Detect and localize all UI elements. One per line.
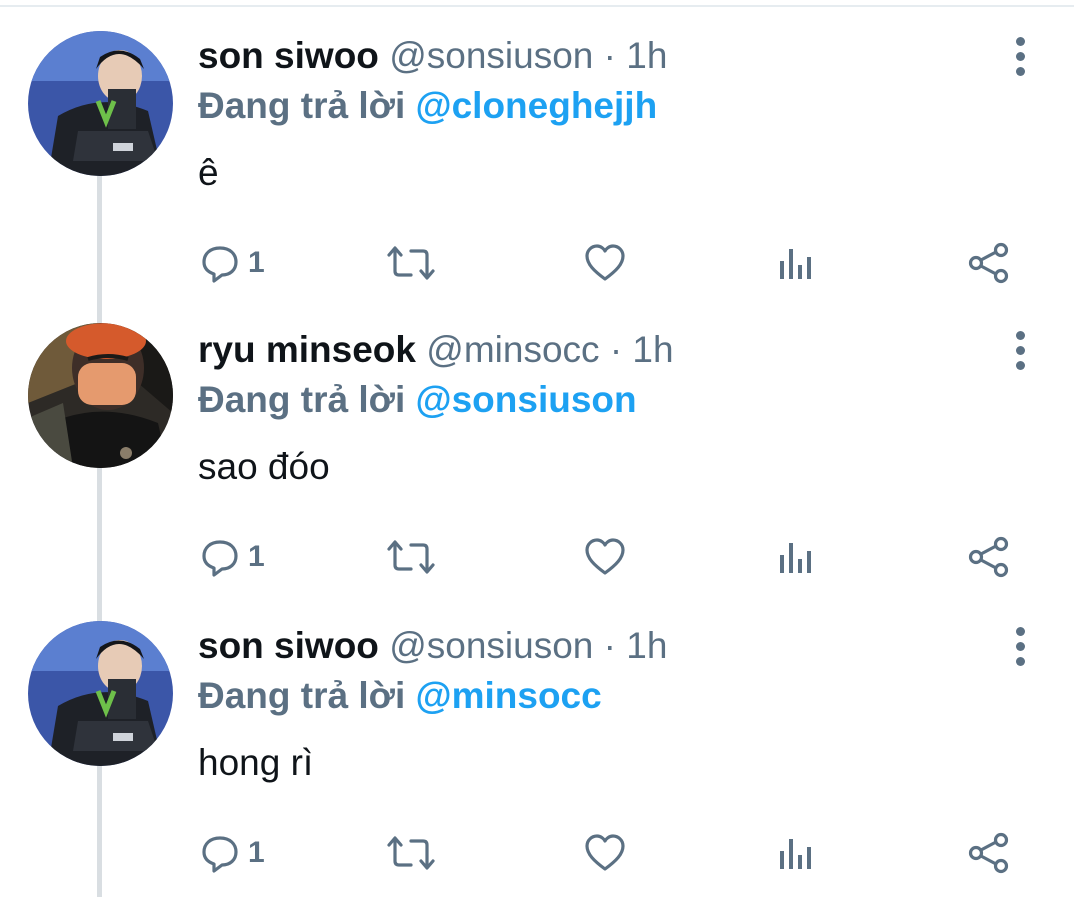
top-divider [0,5,1074,7]
analytics-icon [780,249,811,279]
separator-dot: · [603,625,616,666]
analytics-button[interactable] [778,527,818,587]
analytics-icon [780,543,811,573]
mention-link[interactable]: @minsocc [416,675,602,716]
tweet-item[interactable]: son siwoo @sonsiuson · 1h Đang trả lời @… [0,31,1074,328]
tweet-header: son siwoo @sonsiuson · 1h [198,33,667,79]
action-bar: 1 [0,233,1074,293]
avatar[interactable] [28,323,173,468]
action-bar: 1 [0,823,1074,883]
more-icon[interactable] [1006,331,1036,371]
tweet-text: hong rì [198,742,314,783]
share-button[interactable] [968,233,1010,293]
like-icon [585,244,625,281]
mention-link[interactable]: @cloneghejjh [416,85,658,126]
tweet-item[interactable]: ryu minseok @minsocc · 1h Đang trả lời @… [0,323,1074,622]
reply-icon [202,246,238,283]
analytics-button[interactable] [778,823,818,883]
retweet-icon [387,836,435,870]
display-name[interactable]: son siwoo [198,35,379,76]
share-icon [968,832,1009,874]
retweet-button[interactable] [385,527,437,587]
replying-to: Đang trả lời @cloneghejjh [198,83,657,129]
reply-count: 1 [248,836,265,869]
avatar[interactable] [28,31,173,176]
replying-to: Đang trả lời @sonsiuson [198,377,637,423]
replying-prefix: Đang trả lời [198,675,406,716]
timestamp[interactable]: 1h [626,35,667,76]
tweet-text: ê [198,152,219,193]
reply-icon [202,836,238,873]
retweet-button[interactable] [385,823,437,883]
analytics-icon [780,839,811,869]
display-name[interactable]: ryu minseok [198,329,416,370]
user-handle[interactable]: @sonsiuson [389,625,593,666]
replying-to: Đang trả lời @minsocc [198,673,602,719]
replying-prefix: Đang trả lời [198,85,406,126]
tweet-text: sao đóo [198,446,330,487]
reply-count: 1 [248,246,265,279]
tweet-header: son siwoo @sonsiuson · 1h [198,623,667,669]
retweet-icon [387,540,435,574]
retweet-button[interactable] [385,233,437,293]
display-name[interactable]: son siwoo [198,625,379,666]
avatar[interactable] [28,621,173,766]
action-bar: 1 [0,527,1074,587]
reply-count: 1 [248,540,265,573]
share-icon [968,536,1009,578]
reply-button[interactable]: 1 [200,233,265,293]
share-button[interactable] [968,823,1010,883]
more-icon[interactable] [1006,627,1036,667]
reply-button[interactable]: 1 [200,527,265,587]
retweet-icon [387,246,435,280]
like-icon [585,834,625,871]
share-button[interactable] [968,527,1010,587]
like-button[interactable] [584,233,626,293]
reply-icon [202,540,238,577]
like-icon [585,538,625,575]
separator-dot: · [603,35,616,76]
tweet-header: ryu minseok @minsocc · 1h [198,327,674,373]
share-icon [968,242,1009,284]
mention-link[interactable]: @sonsiuson [416,379,637,420]
user-handle[interactable]: @sonsiuson [389,35,593,76]
separator-dot: · [609,329,623,370]
user-handle[interactable]: @minsocc [426,329,599,370]
more-icon[interactable] [1006,37,1036,77]
replying-prefix: Đang trả lời [198,379,406,420]
timestamp[interactable]: 1h [626,625,667,666]
timestamp[interactable]: 1h [632,329,673,370]
reply-button[interactable]: 1 [200,823,265,883]
like-button[interactable] [584,823,626,883]
tweet-item[interactable]: son siwoo @sonsiuson · 1h Đang trả lời @… [0,621,1074,918]
analytics-button[interactable] [778,233,818,293]
like-button[interactable] [584,527,626,587]
